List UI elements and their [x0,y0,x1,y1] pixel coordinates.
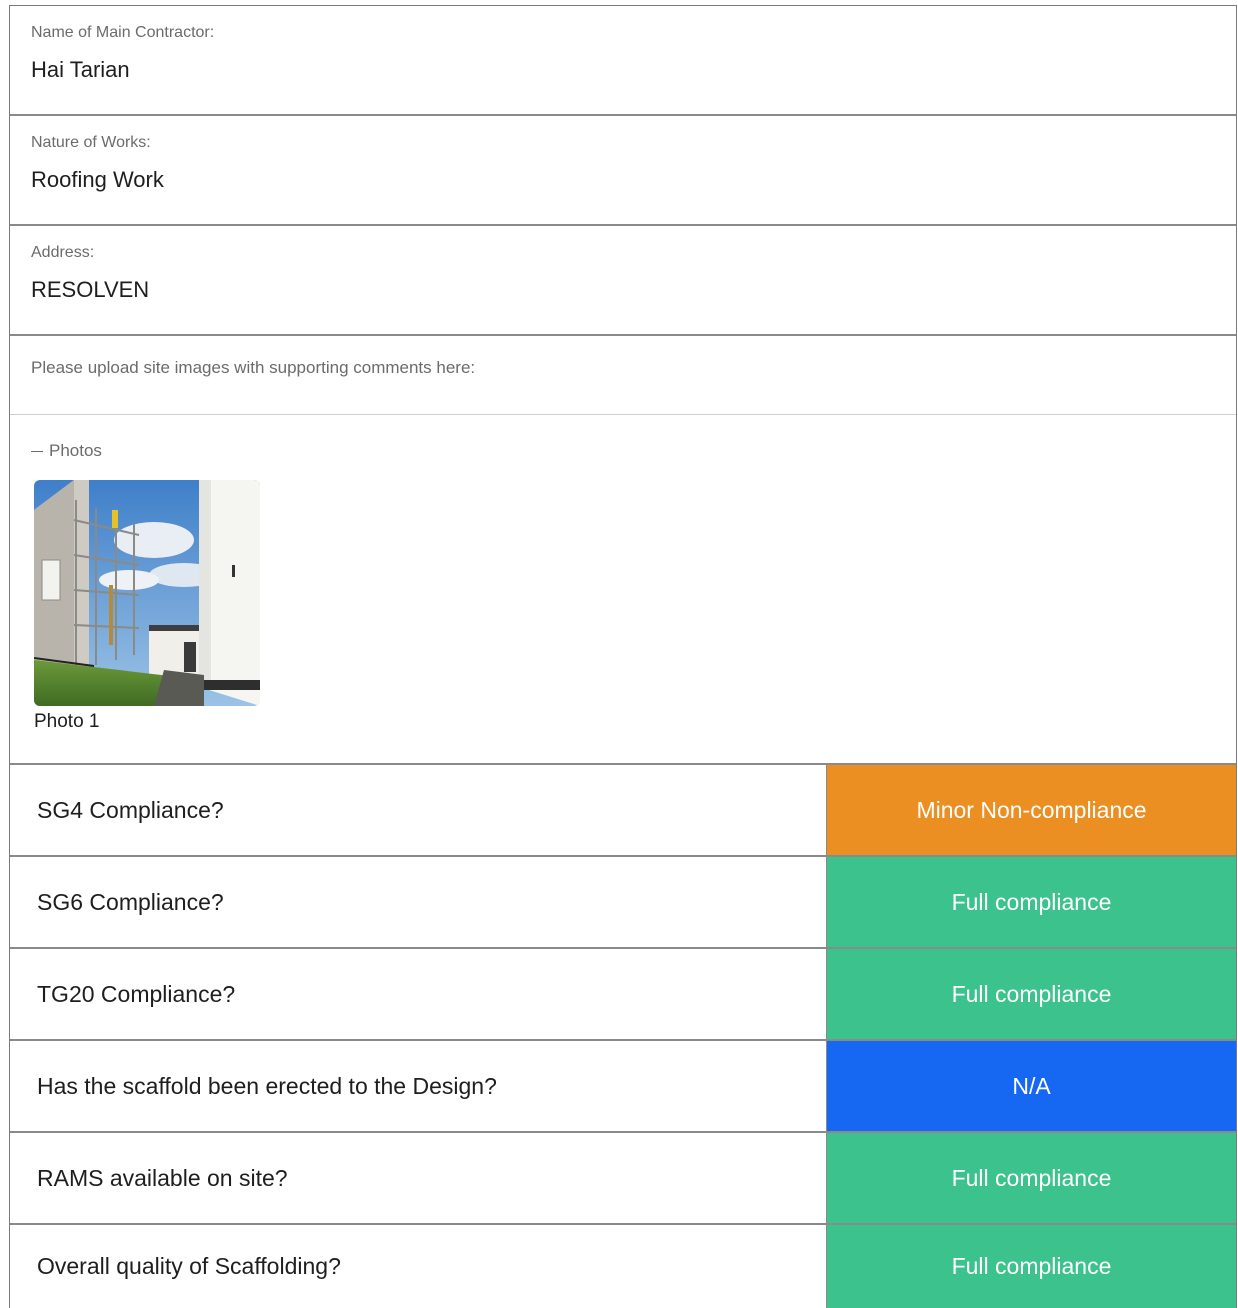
address-field: Address: RESOLVEN [10,226,1236,336]
compliance-question: SG6 Compliance? [10,857,827,947]
photo-thumbnail[interactable] [34,480,260,706]
compliance-row-design: Has the scaffold been erected to the Des… [10,1041,1236,1133]
compliance-question: RAMS available on site? [10,1133,827,1223]
inspection-form: Name of Main Contractor: Hai Tarian Natu… [9,5,1237,1308]
compliance-row-sg4: SG4 Compliance? Minor Non-compliance [10,765,1236,857]
field-value: Roofing Work [31,167,164,192]
photo-caption: Photo 1 [34,711,100,732]
photos-section: Photos Photo 1 [10,415,1236,765]
field-label: Name of Main Contractor: [31,24,215,41]
compliance-answer[interactable]: Full compliance [827,949,1236,1039]
field-value: Hai Tarian [31,57,130,82]
compliance-answer[interactable]: Full compliance [827,1225,1236,1308]
compliance-row-overall: Overall quality of Scaffolding? Full com… [10,1225,1236,1308]
compliance-question: TG20 Compliance? [10,949,827,1039]
collapse-icon[interactable] [31,450,43,452]
compliance-answer[interactable]: Full compliance [827,857,1236,947]
compliance-question: Has the scaffold been erected to the Des… [10,1041,827,1131]
field-label: Address: [31,244,95,261]
compliance-row-sg6: SG6 Compliance? Full compliance [10,857,1236,949]
photos-section-header[interactable]: Photos [31,441,1236,461]
compliance-question: Overall quality of Scaffolding? [10,1225,827,1308]
compliance-answer[interactable]: Minor Non-compliance [827,765,1236,855]
field-label: Nature of Works: [31,134,151,151]
compliance-row-rams: RAMS available on site? Full compliance [10,1133,1236,1225]
compliance-question: SG4 Compliance? [10,765,827,855]
compliance-answer[interactable]: N/A [827,1041,1236,1131]
compliance-row-tg20: TG20 Compliance? Full compliance [10,949,1236,1041]
nature-of-works-field: Nature of Works: Roofing Work [10,116,1236,226]
compliance-answer[interactable]: Full compliance [827,1133,1236,1223]
field-value: RESOLVEN [31,277,150,302]
site-photo-scaffold [34,480,260,706]
upload-prompt: Please upload site images with supportin… [10,336,1236,415]
main-contractor-field: Name of Main Contractor: Hai Tarian [10,6,1236,116]
photos-section-title: Photos [49,441,102,460]
